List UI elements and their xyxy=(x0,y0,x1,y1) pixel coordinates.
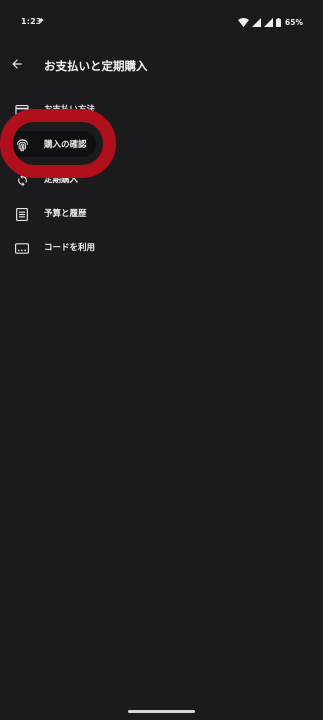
signal-icon-2 xyxy=(264,17,274,27)
redeem-code-icon xyxy=(14,240,30,256)
page-title: お支払いと定期購入 xyxy=(44,59,148,73)
menu-item-budget-history[interactable]: 予算と履歴 xyxy=(0,199,323,229)
menu-item-redeem-code[interactable]: コードを利用 xyxy=(0,233,323,263)
wifi-icon xyxy=(238,17,250,27)
battery-icon xyxy=(276,17,282,27)
status-icons: 65% xyxy=(238,15,303,29)
back-button[interactable] xyxy=(6,54,28,76)
home-indicator[interactable] xyxy=(128,710,195,713)
app-bar: お支払いと定期購入 xyxy=(0,46,323,86)
signal-icon xyxy=(252,17,262,27)
menu-label-subscriptions: 定期購入 xyxy=(44,175,79,185)
menu-label-payment-methods: お支払い方法 xyxy=(44,105,96,115)
list-icon xyxy=(14,206,30,222)
menu-item-subscriptions[interactable]: 定期購入 xyxy=(0,165,323,195)
battery-percent: 65% xyxy=(285,17,303,27)
menu-label-purchase-verification: 購入の確認 xyxy=(44,140,87,150)
menu-label-budget-history: 予算と履歴 xyxy=(44,209,87,219)
sparkle-icon: ✦ xyxy=(38,16,45,25)
status-bar: 1:23 ✦ 65% xyxy=(0,0,323,46)
arrow-back-icon xyxy=(10,56,24,75)
menu-item-payment-methods[interactable]: お支払い方法 xyxy=(0,95,323,125)
credit-card-icon xyxy=(14,102,30,118)
menu-label-redeem-code: コードを利用 xyxy=(44,243,96,253)
fingerprint-icon xyxy=(14,137,30,153)
sync-icon xyxy=(14,172,30,188)
menu-item-purchase-verification[interactable]: 購入の確認 xyxy=(0,130,323,160)
